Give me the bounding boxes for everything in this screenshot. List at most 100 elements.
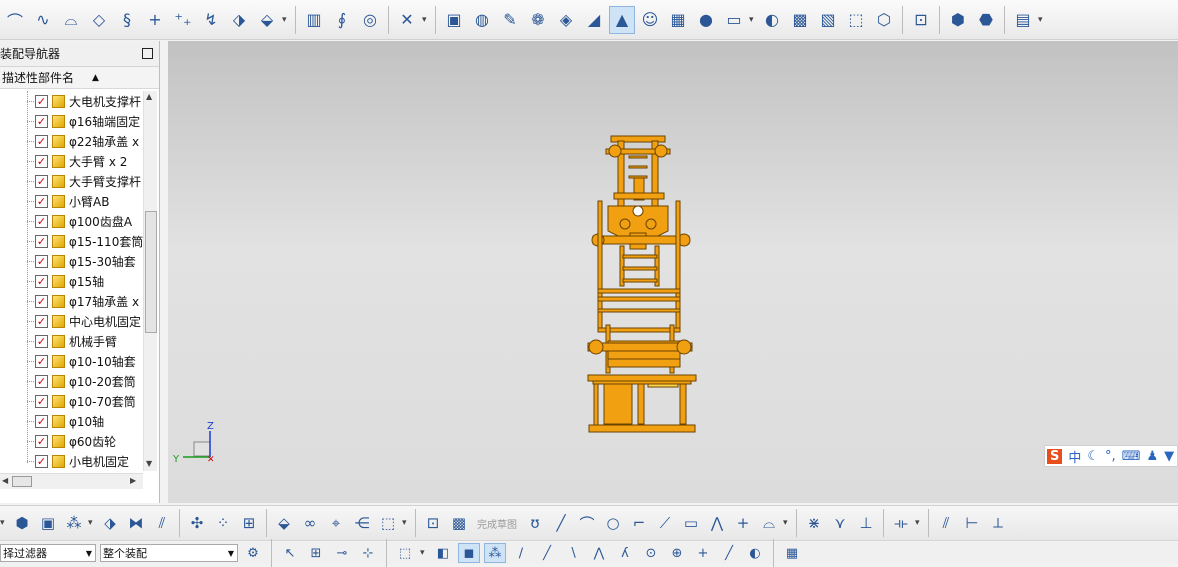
scroll-right-icon[interactable]: ▶ — [130, 476, 136, 485]
select-icon[interactable]: ↖ — [279, 543, 301, 563]
moon-icon[interactable]: ☾ — [1087, 449, 1099, 464]
checkbox-checked-icon[interactable]: ✓ — [35, 234, 48, 248]
add-component-icon[interactable]: ⁂ — [62, 510, 86, 536]
spline-snap-icon[interactable]: ⋀ — [588, 543, 610, 563]
list-item[interactable]: ✓ 大手臂 x 2 — [0, 151, 143, 171]
checkbox-checked-icon[interactable]: ✓ — [35, 354, 48, 368]
checkbox-checked-icon[interactable]: ✓ — [35, 174, 48, 188]
parallel-icon[interactable]: ⫽ — [934, 510, 958, 536]
point-icon[interactable]: + — [731, 510, 755, 536]
chevron-down-icon[interactable]: ▾ — [1038, 15, 1046, 25]
project-curve-icon[interactable]: ↯ — [198, 6, 224, 34]
datum-csys-icon[interactable]: ⬙ — [254, 6, 280, 34]
wave-link-icon[interactable]: ⬙ — [272, 510, 296, 536]
list-item[interactable]: ✓ φ10轴 — [0, 411, 143, 431]
folder-icon[interactable]: ▤ — [1010, 6, 1036, 34]
assembly-icon[interactable]: ⬢ — [945, 6, 971, 34]
list-item[interactable]: ✓ 大手臂支撑杆 — [0, 171, 143, 191]
spline-icon[interactable]: ∿ — [30, 6, 56, 34]
list-item[interactable]: ✓ 机械手臂 — [0, 331, 143, 351]
image-icon[interactable]: ▧ — [815, 6, 841, 34]
list-item[interactable]: ✓ φ10-10轴套 — [0, 351, 143, 371]
brush-icon[interactable]: ✎ — [497, 6, 523, 34]
user-icon[interactable]: ♟ — [1146, 449, 1158, 464]
scroll-thumb[interactable] — [12, 476, 32, 487]
line-snap-icon[interactable]: ╱ — [536, 543, 558, 563]
palette-icon[interactable]: ❁ — [525, 6, 551, 34]
list-item[interactable]: ✓ φ10-70套筒 — [0, 391, 143, 411]
list-item[interactable]: ✓ φ16轴端固定 — [0, 111, 143, 131]
fit-icon[interactable]: ⊡ — [908, 6, 934, 34]
line-icon[interactable]: ╱ — [549, 510, 573, 536]
point-icon[interactable]: + — [142, 6, 168, 34]
filter-icon[interactable]: ⚙ — [242, 543, 264, 563]
chevron-down-icon[interactable]: ▾ — [88, 518, 96, 528]
offset-icon[interactable]: ⌓ — [757, 510, 781, 536]
endpoint-snap-icon[interactable]: ⁂ — [484, 543, 506, 563]
chevron-down-icon[interactable]: ▾ — [422, 15, 430, 25]
box-icon[interactable]: ▩ — [787, 6, 813, 34]
midpoint-snap-icon[interactable]: ∕ — [510, 543, 532, 563]
checkbox-checked-icon[interactable]: ✓ — [35, 394, 48, 408]
sketch-icon[interactable]: ⊡ — [421, 510, 445, 536]
sequence-icon[interactable]: ⊞ — [237, 510, 261, 536]
assembly-constraint-icon[interactable]: ⬢ — [10, 510, 34, 536]
chevron-down-icon[interactable]: ▼ — [86, 549, 95, 558]
column-header[interactable]: 描述性部件名 ▲ — [0, 67, 159, 89]
spring-icon[interactable]: ∮ — [329, 6, 355, 34]
list-item[interactable]: ✓ φ15-110套筒 — [0, 231, 143, 251]
list-item[interactable]: ✓ 中心电机固定 — [0, 311, 143, 331]
checkbox-checked-icon[interactable]: ✓ — [35, 314, 48, 328]
block-icon[interactable]: ⬚ — [376, 510, 400, 536]
highlight-select-icon[interactable]: ▲ — [609, 5, 635, 34]
plane-icon[interactable]: ◇ — [86, 6, 112, 34]
checkbox-checked-icon[interactable]: ✓ — [35, 94, 48, 108]
fillet-icon[interactable]: ⌐ — [627, 510, 651, 536]
list-item[interactable]: ✓ φ15轴 — [0, 271, 143, 291]
checkbox-checked-icon[interactable]: ✓ — [35, 254, 48, 268]
finish-sketch-icon[interactable]: ▩ — [447, 510, 471, 536]
curve-snap-icon[interactable]: ∖ — [562, 543, 584, 563]
light-icon[interactable]: ◢ — [581, 6, 607, 34]
display-icon[interactable]: ▦ — [665, 6, 691, 34]
select-all-icon[interactable]: ⊞ — [305, 543, 327, 563]
chevron-down-icon[interactable]: ▾ — [420, 548, 428, 558]
explode-icon[interactable]: ✣ — [185, 510, 209, 536]
checkbox-checked-icon[interactable]: ✓ — [35, 434, 48, 448]
maximize-icon[interactable] — [142, 48, 153, 59]
ime-status-bar[interactable]: S 中 ☾ °, ⌨ ♟ ▼ — [1044, 445, 1178, 467]
shade-icon[interactable]: ◐ — [759, 6, 785, 34]
feature-icon[interactable]: ⋲ — [350, 510, 374, 536]
corner-icon[interactable]: ⊥ — [854, 510, 878, 536]
checkbox-checked-icon[interactable]: ✓ — [35, 334, 48, 348]
point-set-icon[interactable]: ⁺₊ — [170, 6, 196, 34]
datum-plane-icon[interactable]: ⬗ — [226, 6, 252, 34]
quadrant-snap-icon[interactable]: ⊕ — [666, 543, 688, 563]
arc-icon[interactable]: ⌒ — [2, 6, 28, 34]
polyline-icon[interactable]: ⋀ — [705, 510, 729, 536]
new-component-icon[interactable]: ▣ — [36, 510, 60, 536]
scope-select[interactable]: 整个装配 ▼ — [100, 544, 238, 562]
arc-icon[interactable]: ⌒ — [575, 510, 599, 536]
mirror-icon[interactable]: ⧓ — [124, 510, 148, 536]
eraser-icon[interactable]: ◧ — [432, 543, 454, 563]
dimension-icon[interactable]: ⊢ — [960, 510, 984, 536]
chevron-down-icon[interactable]: ▾ — [402, 518, 410, 528]
grid-icon[interactable]: ▦ — [781, 543, 803, 563]
list-item[interactable]: ✓ φ22轴承盖 x — [0, 131, 143, 151]
list-item[interactable]: ✓ 小臂AB — [0, 191, 143, 211]
measure-icon[interactable]: ⌖ — [324, 510, 348, 536]
tangent-snap-icon[interactable]: ʎ — [614, 543, 636, 563]
sort-up-icon[interactable]: ▲ — [92, 73, 99, 83]
wire-box-icon[interactable]: ⬚ — [843, 6, 869, 34]
scroll-down-icon[interactable]: ▼ — [146, 459, 152, 468]
trim-icon[interactable]: ⋇ — [802, 510, 826, 536]
box-select-icon[interactable]: ⬚ — [394, 543, 416, 563]
gear-icon[interactable]: ◎ — [357, 6, 383, 34]
scroll-up-icon[interactable]: ▲ — [146, 92, 152, 101]
camera-icon[interactable]: ◍ — [469, 6, 495, 34]
move-component-icon[interactable]: ⬗ — [98, 510, 122, 536]
checkbox-checked-icon[interactable]: ✓ — [35, 294, 48, 308]
intersection-snap-icon[interactable]: + — [692, 543, 714, 563]
profile-icon[interactable]: ʊ — [523, 510, 547, 536]
